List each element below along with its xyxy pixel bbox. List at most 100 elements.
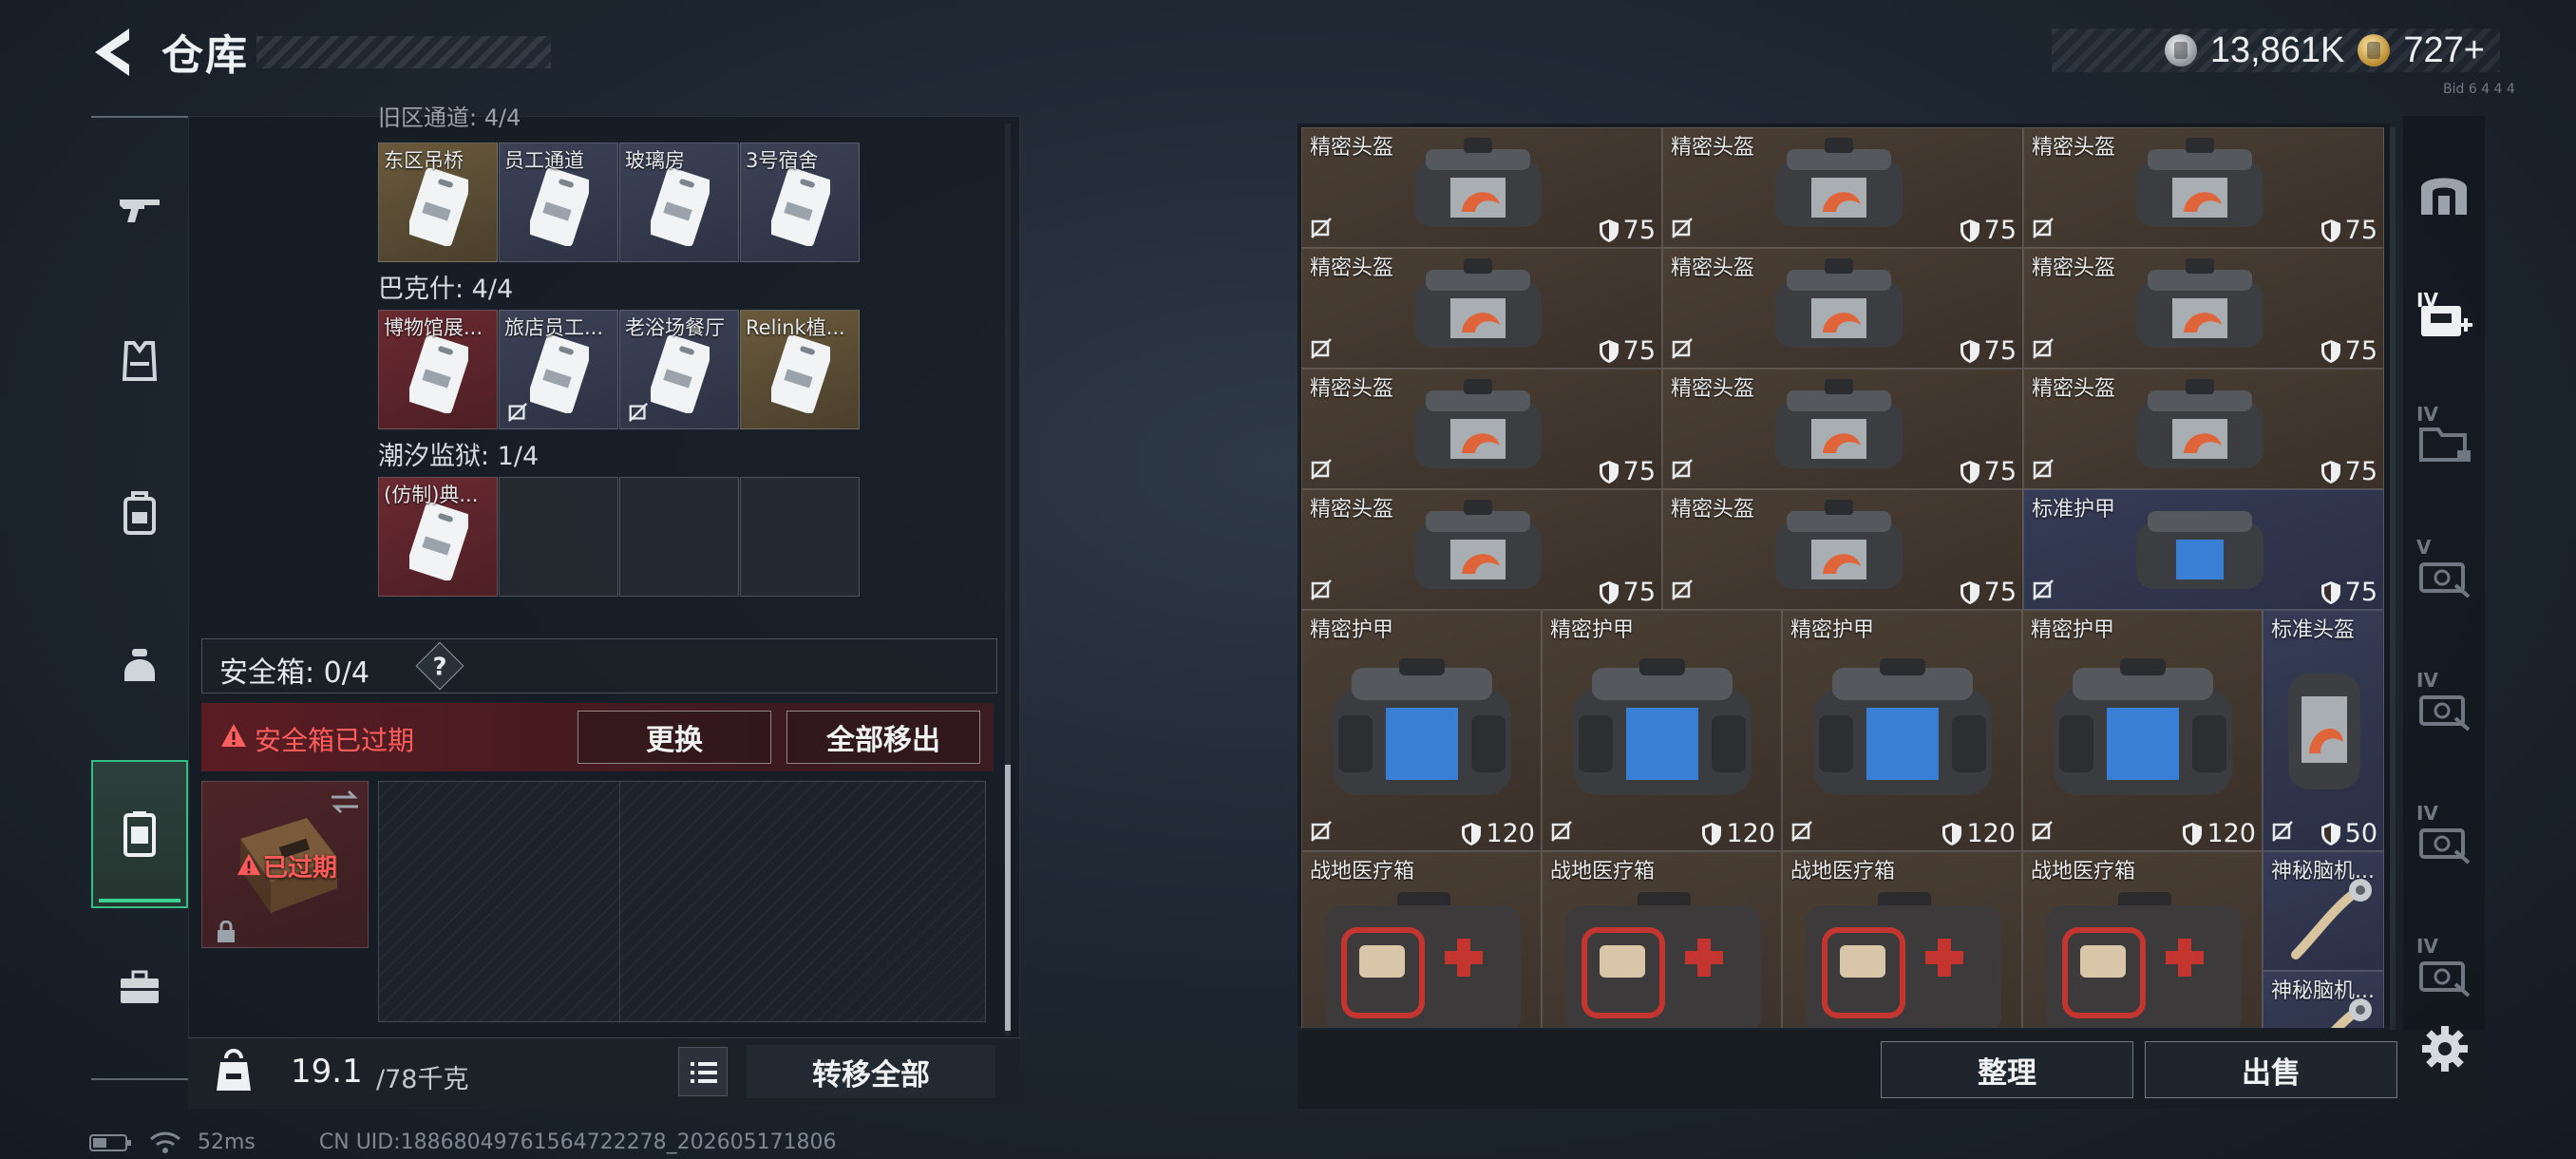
- nav-weapons[interactable]: [91, 152, 188, 266]
- keycard-slot[interactable]: 旅店员工...: [499, 310, 618, 429]
- empty-keycard-slot[interactable]: [619, 477, 739, 597]
- stash-tab[interactable]: V: [2403, 517, 2485, 631]
- stash-slot[interactable]: 精密护甲 120: [1542, 610, 1782, 851]
- tier-label: IV: [2416, 289, 2438, 312]
- durability-shield-icon: [1960, 218, 1979, 242]
- stash-slot[interactable]: 神秘脑机...: [2263, 971, 2384, 1028]
- sell-button[interactable]: 出售: [2145, 1041, 2397, 1098]
- replace-button[interactable]: 更换: [578, 711, 771, 764]
- stash-tab[interactable]: IV: [2403, 260, 2485, 374]
- item-name: 战地医疗箱: [1790, 860, 1896, 884]
- keycard-name: 博物馆展...: [384, 316, 483, 339]
- keycard-slot[interactable]: 东区吊桥: [378, 142, 498, 262]
- stash-tab[interactable]: IV: [2403, 650, 2485, 764]
- empty-keycard-slot[interactable]: [740, 477, 860, 597]
- item-durability: 50: [2320, 819, 2377, 848]
- stash-slot[interactable]: 战地医疗箱: [1542, 851, 1782, 1028]
- tier-label: IV: [2416, 935, 2438, 958]
- stash-slot[interactable]: 精密护甲 120: [2022, 610, 2263, 851]
- durability-value: 120: [1966, 819, 2016, 848]
- gear-icon[interactable]: [2420, 1024, 2470, 1074]
- item-name: 精密头盔: [2032, 136, 2116, 160]
- stash-slot[interactable]: 战地医疗箱: [1301, 851, 1542, 1028]
- helmet-icon: [1414, 379, 1542, 468]
- durability-value: 75: [1983, 578, 2017, 607]
- helmet-icon: [1775, 379, 1903, 468]
- item-name: 精密护甲: [1310, 618, 1394, 642]
- gold-currency-value[interactable]: 727+: [2403, 30, 2485, 71]
- help-button[interactable]: ?: [415, 641, 464, 691]
- stash-slot[interactable]: 神秘脑机...: [2263, 851, 2384, 971]
- back-arrow-icon[interactable]: [87, 25, 135, 80]
- transfer-all-button[interactable]: 转移全部: [747, 1045, 995, 1098]
- keycard-icon: [771, 168, 830, 246]
- stash-slot[interactable]: 战地医疗箱: [2022, 851, 2263, 1028]
- durability-value: 75: [2344, 216, 2377, 245]
- keycard-slot[interactable]: 玻璃房: [619, 142, 739, 262]
- helmet-icon: [124, 649, 155, 681]
- nav-vest[interactable]: [91, 304, 188, 418]
- silver-currency-value: 13,861K: [2209, 29, 2345, 70]
- safe-box-grid[interactable]: [378, 781, 987, 1023]
- durability-value: 50: [2344, 819, 2377, 848]
- item-name: 标准护甲: [2032, 498, 2116, 522]
- stash-slot[interactable]: 精密头盔 75: [1662, 248, 2023, 369]
- keycard-slot[interactable]: 博物馆展...: [378, 310, 498, 429]
- stash-slot[interactable]: 精密头盔 75: [2023, 248, 2384, 369]
- item-durability: 75: [1960, 336, 2017, 366]
- stash-slot[interactable]: 战地医疗箱: [1782, 851, 2022, 1028]
- item-name: 精密头盔: [1671, 377, 1755, 401]
- left-scrollbar-thumb[interactable]: [1005, 765, 1011, 1031]
- stash-slot[interactable]: 精密头盔 75: [1301, 248, 1662, 369]
- stash-slot[interactable]: 精密头盔 75: [1301, 369, 1662, 489]
- left-nav: [91, 116, 188, 1080]
- gold-coin-icon: [2358, 34, 2391, 66]
- stash-slot[interactable]: 精密头盔 75: [2023, 127, 2384, 248]
- stash-tab[interactable]: IV: [2403, 384, 2485, 498]
- keycard-slot[interactable]: 员工通道: [499, 142, 618, 262]
- stash-slot[interactable]: 精密头盔 75: [1662, 489, 2023, 610]
- stash-slot[interactable]: 精密头盔 75: [2023, 369, 2384, 489]
- swap-icon[interactable]: [328, 788, 362, 816]
- stash-slot[interactable]: 精密护甲 120: [1301, 610, 1542, 851]
- empty-keycard-slot[interactable]: [499, 477, 618, 597]
- stash-slot[interactable]: 精密头盔 75: [1301, 489, 1662, 610]
- stash-tab[interactable]: [2403, 137, 2485, 251]
- keycard-slot[interactable]: (仿制)典...: [378, 477, 498, 597]
- item-durability: 75: [1599, 216, 1656, 245]
- sort-button[interactable]: 整理: [1881, 1041, 2133, 1098]
- nav-helmet[interactable]: [91, 608, 188, 722]
- item-durability: 120: [1461, 819, 1535, 848]
- item-durability: 75: [1599, 336, 1656, 366]
- stash-slot[interactable]: 标准护甲 75: [2023, 489, 2384, 610]
- item-name: 精密头盔: [1310, 136, 1394, 160]
- keycard-slot[interactable]: Relink植...: [740, 310, 860, 429]
- stash-slot[interactable]: 精密头盔 75: [1301, 127, 1662, 248]
- stash-tab[interactable]: IV: [2403, 916, 2485, 1030]
- stash-tab[interactable]: IV: [2403, 783, 2485, 897]
- safe-slot[interactable]: [620, 782, 987, 1023]
- stash-slot[interactable]: 精密护甲 120: [1782, 610, 2022, 851]
- durability-shield-icon: [1960, 339, 1979, 363]
- item-durability: 75: [2320, 336, 2377, 366]
- helmet-icon: [2136, 138, 2263, 227]
- nav-toolbox[interactable]: [91, 931, 188, 1045]
- nav-backpack[interactable]: [91, 456, 188, 570]
- stash-slot[interactable]: 精密头盔 75: [1662, 369, 2023, 489]
- no-trade-icon: [1311, 821, 1332, 842]
- medkit-icon: [2046, 892, 2242, 1028]
- list-view-button[interactable]: [678, 1047, 728, 1096]
- stash-slot[interactable]: 标准头盔 50: [2263, 610, 2384, 851]
- helmet-icon: [1775, 138, 1903, 227]
- keycard-slot[interactable]: 老浴场餐厅: [619, 310, 739, 429]
- safe-slot[interactable]: [379, 782, 620, 1023]
- no-trade-icon: [2033, 218, 2054, 238]
- keycard-slot[interactable]: 3号宿舍: [740, 142, 860, 262]
- keycard-icon: [409, 503, 468, 580]
- stash-slot[interactable]: 精密头盔 75: [1662, 127, 2023, 248]
- nav-safe-box[interactable]: [91, 760, 188, 908]
- stash-scrollbar-track[interactable]: [2390, 127, 2396, 1030]
- safe-box-item[interactable]: 已过期: [201, 781, 369, 948]
- keycard-name: 东区吊桥: [384, 149, 464, 172]
- move-all-out-button[interactable]: 全部移出: [786, 711, 980, 764]
